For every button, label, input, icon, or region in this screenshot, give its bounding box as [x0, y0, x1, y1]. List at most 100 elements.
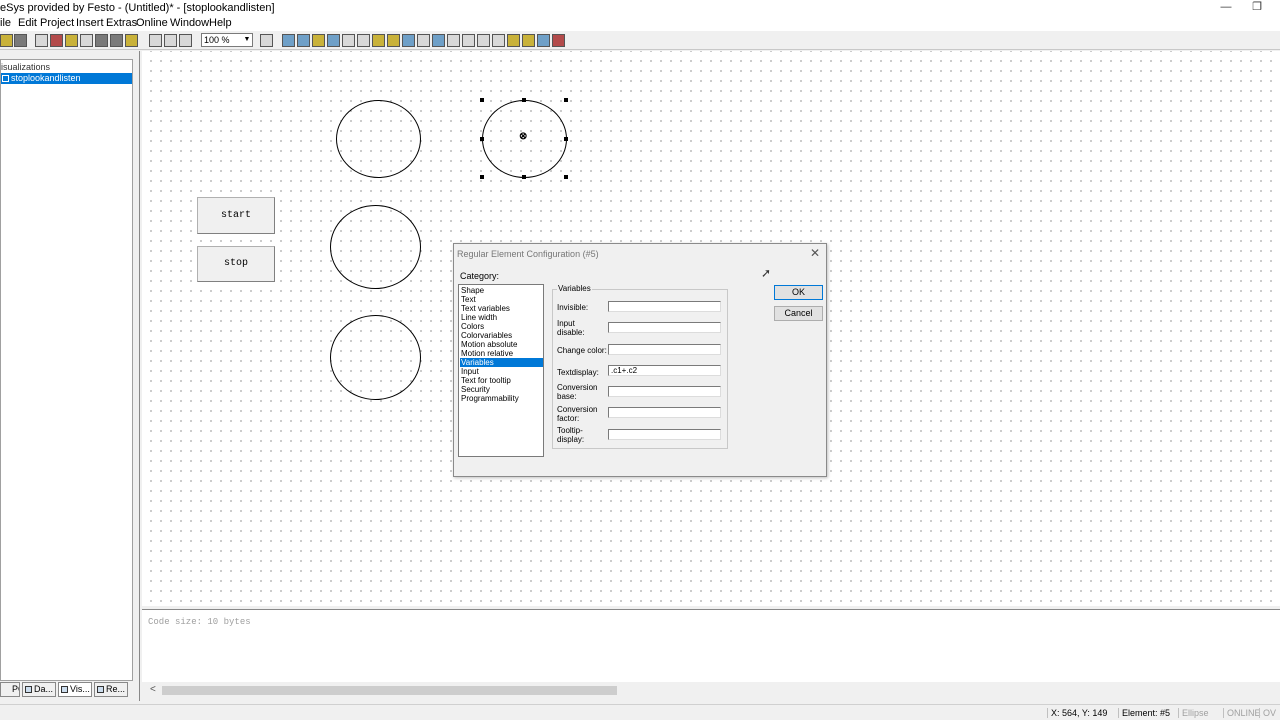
- menu-online[interactable]: Online: [136, 17, 168, 29]
- start-button[interactable]: start: [197, 197, 275, 234]
- paste-icon[interactable]: [179, 34, 192, 47]
- polyline-tool-icon[interactable]: [342, 34, 355, 47]
- object-organizer: isualizations stoplookandlisten: [0, 59, 133, 681]
- scroll-left-icon[interactable]: <: [150, 684, 156, 695]
- resize-handle[interactable]: [480, 98, 484, 102]
- conversion-base-field[interactable]: [608, 386, 721, 397]
- visualization-icon: [61, 686, 68, 693]
- stop-button[interactable]: stop: [197, 246, 275, 282]
- resize-handle[interactable]: [564, 137, 568, 141]
- category-item-shape[interactable]: Shape: [460, 286, 543, 295]
- dialog-title: Regular Element Configuration (#5): [457, 249, 599, 259]
- menu-extras[interactable]: Extras: [106, 17, 137, 29]
- message-window: Code size: 10 bytes: [142, 609, 1280, 682]
- menu-edit[interactable]: Edit: [18, 17, 37, 29]
- login-icon[interactable]: [80, 34, 93, 47]
- tooltip-display-field[interactable]: [608, 429, 721, 440]
- print-icon[interactable]: [35, 34, 48, 47]
- activex-tool-icon[interactable]: [462, 34, 475, 47]
- category-item-motion-absolute[interactable]: Motion absolute: [460, 340, 543, 349]
- zoom-select[interactable]: 100 % ▼: [201, 33, 253, 47]
- change-color-field[interactable]: [608, 344, 721, 355]
- build-icon[interactable]: [65, 34, 78, 47]
- resize-handle[interactable]: [522, 175, 526, 179]
- compile-icon[interactable]: [50, 34, 63, 47]
- close-icon[interactable]: ✕: [810, 246, 820, 260]
- category-item-text-variables[interactable]: Text variables: [460, 304, 543, 313]
- category-item-security[interactable]: Security: [460, 385, 543, 394]
- resize-handle[interactable]: [564, 175, 568, 179]
- menu-file[interactable]: ile: [0, 17, 11, 29]
- resize-handle[interactable]: [564, 98, 568, 102]
- copy-icon[interactable]: [164, 34, 177, 47]
- tree-root-visualizations[interactable]: isualizations: [1, 62, 50, 72]
- category-item-programmability[interactable]: Programmability: [460, 394, 543, 403]
- open-icon[interactable]: [0, 34, 13, 47]
- meter-tool-icon[interactable]: [507, 34, 520, 47]
- polygon-tool-icon[interactable]: [327, 34, 340, 47]
- trend-tool-icon[interactable]: [552, 34, 565, 47]
- window-title: eSys provided by Festo - (Untitled)* - […: [0, 2, 275, 14]
- menu-window[interactable]: Window: [170, 17, 209, 29]
- tab-data-types[interactable]: Da...: [22, 682, 56, 697]
- tree-item-stoplookandlisten[interactable]: stoplookandlisten: [1, 73, 132, 84]
- element-shape: Ellipse: [1178, 708, 1209, 718]
- invisible-field[interactable]: [608, 301, 721, 312]
- tab-label: Da...: [34, 684, 54, 694]
- curve-tool-icon[interactable]: [357, 34, 370, 47]
- ellipse-element[interactable]: [336, 100, 421, 178]
- textdisplay-field[interactable]: .c1+.c2: [608, 365, 721, 376]
- menu-help[interactable]: Help: [209, 17, 232, 29]
- select-tool-icon[interactable]: [260, 34, 273, 47]
- category-item-text-for-tooltip[interactable]: Text for tooltip: [460, 376, 543, 385]
- bar-display-tool-icon[interactable]: [477, 34, 490, 47]
- ellipse-element[interactable]: [330, 315, 421, 400]
- cancel-button[interactable]: Cancel: [774, 306, 823, 321]
- ok-button[interactable]: OK: [774, 285, 823, 300]
- resize-handle[interactable]: [480, 175, 484, 179]
- ellipse-element[interactable]: [330, 205, 421, 289]
- run-icon[interactable]: [110, 34, 123, 47]
- category-item-input[interactable]: Input: [460, 367, 543, 376]
- stop-icon[interactable]: [125, 34, 138, 47]
- menu-bar: ile Edit Project Insert Extras Online Wi…: [0, 16, 1280, 31]
- visualization-tool-icon[interactable]: [402, 34, 415, 47]
- category-item-text[interactable]: Text: [460, 295, 543, 304]
- menu-project[interactable]: Project: [40, 17, 74, 29]
- category-item-line-width[interactable]: Line width: [460, 313, 543, 322]
- category-item-colorvariables[interactable]: Colorvariables: [460, 331, 543, 340]
- category-item-variables[interactable]: Variables: [460, 358, 543, 367]
- input-disable-field[interactable]: [608, 322, 721, 333]
- resize-handle[interactable]: [522, 98, 526, 102]
- pie-tool-icon[interactable]: [372, 34, 385, 47]
- tab-pous[interactable]: PO...: [0, 682, 20, 697]
- tab-resources[interactable]: Re...: [94, 682, 128, 697]
- category-item-colors[interactable]: Colors: [460, 322, 543, 331]
- horizontal-scrollbar[interactable]: <: [142, 683, 1280, 697]
- rectangle-tool-icon[interactable]: [282, 34, 295, 47]
- conversion-factor-field[interactable]: [608, 407, 721, 418]
- bitmap-tool-icon[interactable]: [387, 34, 400, 47]
- tab-label: Vis...: [70, 684, 90, 694]
- wmf-tool-icon[interactable]: [432, 34, 445, 47]
- button-tool-icon[interactable]: [417, 34, 430, 47]
- restore-button[interactable]: ❐: [1241, 0, 1273, 16]
- resize-handle[interactable]: [480, 137, 484, 141]
- text-tool-icon[interactable]: [492, 34, 505, 47]
- alarm-table-tool-icon[interactable]: [537, 34, 550, 47]
- splitter[interactable]: [139, 51, 140, 701]
- logout-icon[interactable]: [95, 34, 108, 47]
- menu-insert[interactable]: Insert: [76, 17, 104, 29]
- chevron-down-icon[interactable]: ▼: [242, 34, 252, 46]
- histogram-tool-icon[interactable]: [522, 34, 535, 47]
- scrollbar-thumb[interactable]: [162, 686, 617, 695]
- category-list[interactable]: Shape Text Text variables Line width Col…: [458, 284, 544, 457]
- ellipse-tool-icon[interactable]: [312, 34, 325, 47]
- rounded-rect-tool-icon[interactable]: [297, 34, 310, 47]
- cut-icon[interactable]: [149, 34, 162, 47]
- minimize-button[interactable]: —: [1210, 0, 1242, 16]
- tab-visualizations[interactable]: Vis...: [58, 682, 92, 697]
- table-tool-icon[interactable]: [447, 34, 460, 47]
- save-icon[interactable]: [14, 34, 27, 47]
- category-item-motion-relative[interactable]: Motion relative: [460, 349, 543, 358]
